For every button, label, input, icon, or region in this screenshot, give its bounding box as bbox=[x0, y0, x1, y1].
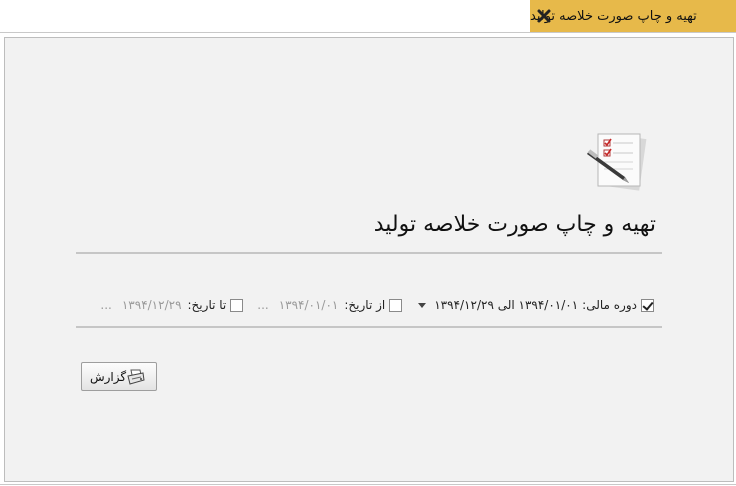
tab-divider bbox=[0, 32, 736, 33]
to-date-checkbox[interactable] bbox=[230, 298, 244, 312]
bottom-divider bbox=[0, 484, 736, 485]
from-date-label: از تاریخ: bbox=[344, 298, 386, 312]
from-date-picker-button[interactable]: ... bbox=[257, 298, 268, 312]
report-button-label: گزارش bbox=[89, 369, 127, 384]
fiscal-period-dropdown-icon[interactable] bbox=[418, 302, 427, 308]
report-checklist-icon bbox=[587, 133, 647, 191]
to-date-picker-button[interactable]: ... bbox=[100, 298, 111, 312]
close-icon[interactable] bbox=[537, 9, 551, 23]
tab-report[interactable]: تهیه و چاپ صورت خلاصه تولید bbox=[530, 0, 736, 32]
from-date-checkbox[interactable] bbox=[389, 298, 403, 312]
filter-divider bbox=[76, 326, 662, 328]
printer-icon bbox=[127, 369, 145, 385]
filter-row: دوره مالی: ۱۳۹۴/۰۱/۰۱ الی ۱۳۹۴/۱۲/۲۹ از … bbox=[90, 296, 654, 314]
report-button[interactable]: گزارش bbox=[81, 362, 157, 391]
tab-title: تهیه و چاپ صورت خلاصه تولید bbox=[530, 8, 697, 24]
to-date-field[interactable]: ۱۳۹۴/۱۲/۲۹ bbox=[122, 298, 182, 312]
from-date-field[interactable]: ۱۳۹۴/۰۱/۰۱ bbox=[279, 298, 339, 312]
report-panel bbox=[4, 37, 734, 482]
fiscal-period-checkbox[interactable] bbox=[641, 298, 654, 312]
to-date-label: تا تاریخ: bbox=[187, 298, 227, 312]
fiscal-period-label: دوره مالی: bbox=[582, 298, 637, 312]
title-divider bbox=[76, 252, 662, 254]
page-title: تهیه و چاپ صورت خلاصه تولید bbox=[373, 212, 656, 237]
fiscal-period-value: ۱۳۹۴/۰۱/۰۱ الی ۱۳۹۴/۱۲/۲۹ bbox=[434, 298, 579, 312]
